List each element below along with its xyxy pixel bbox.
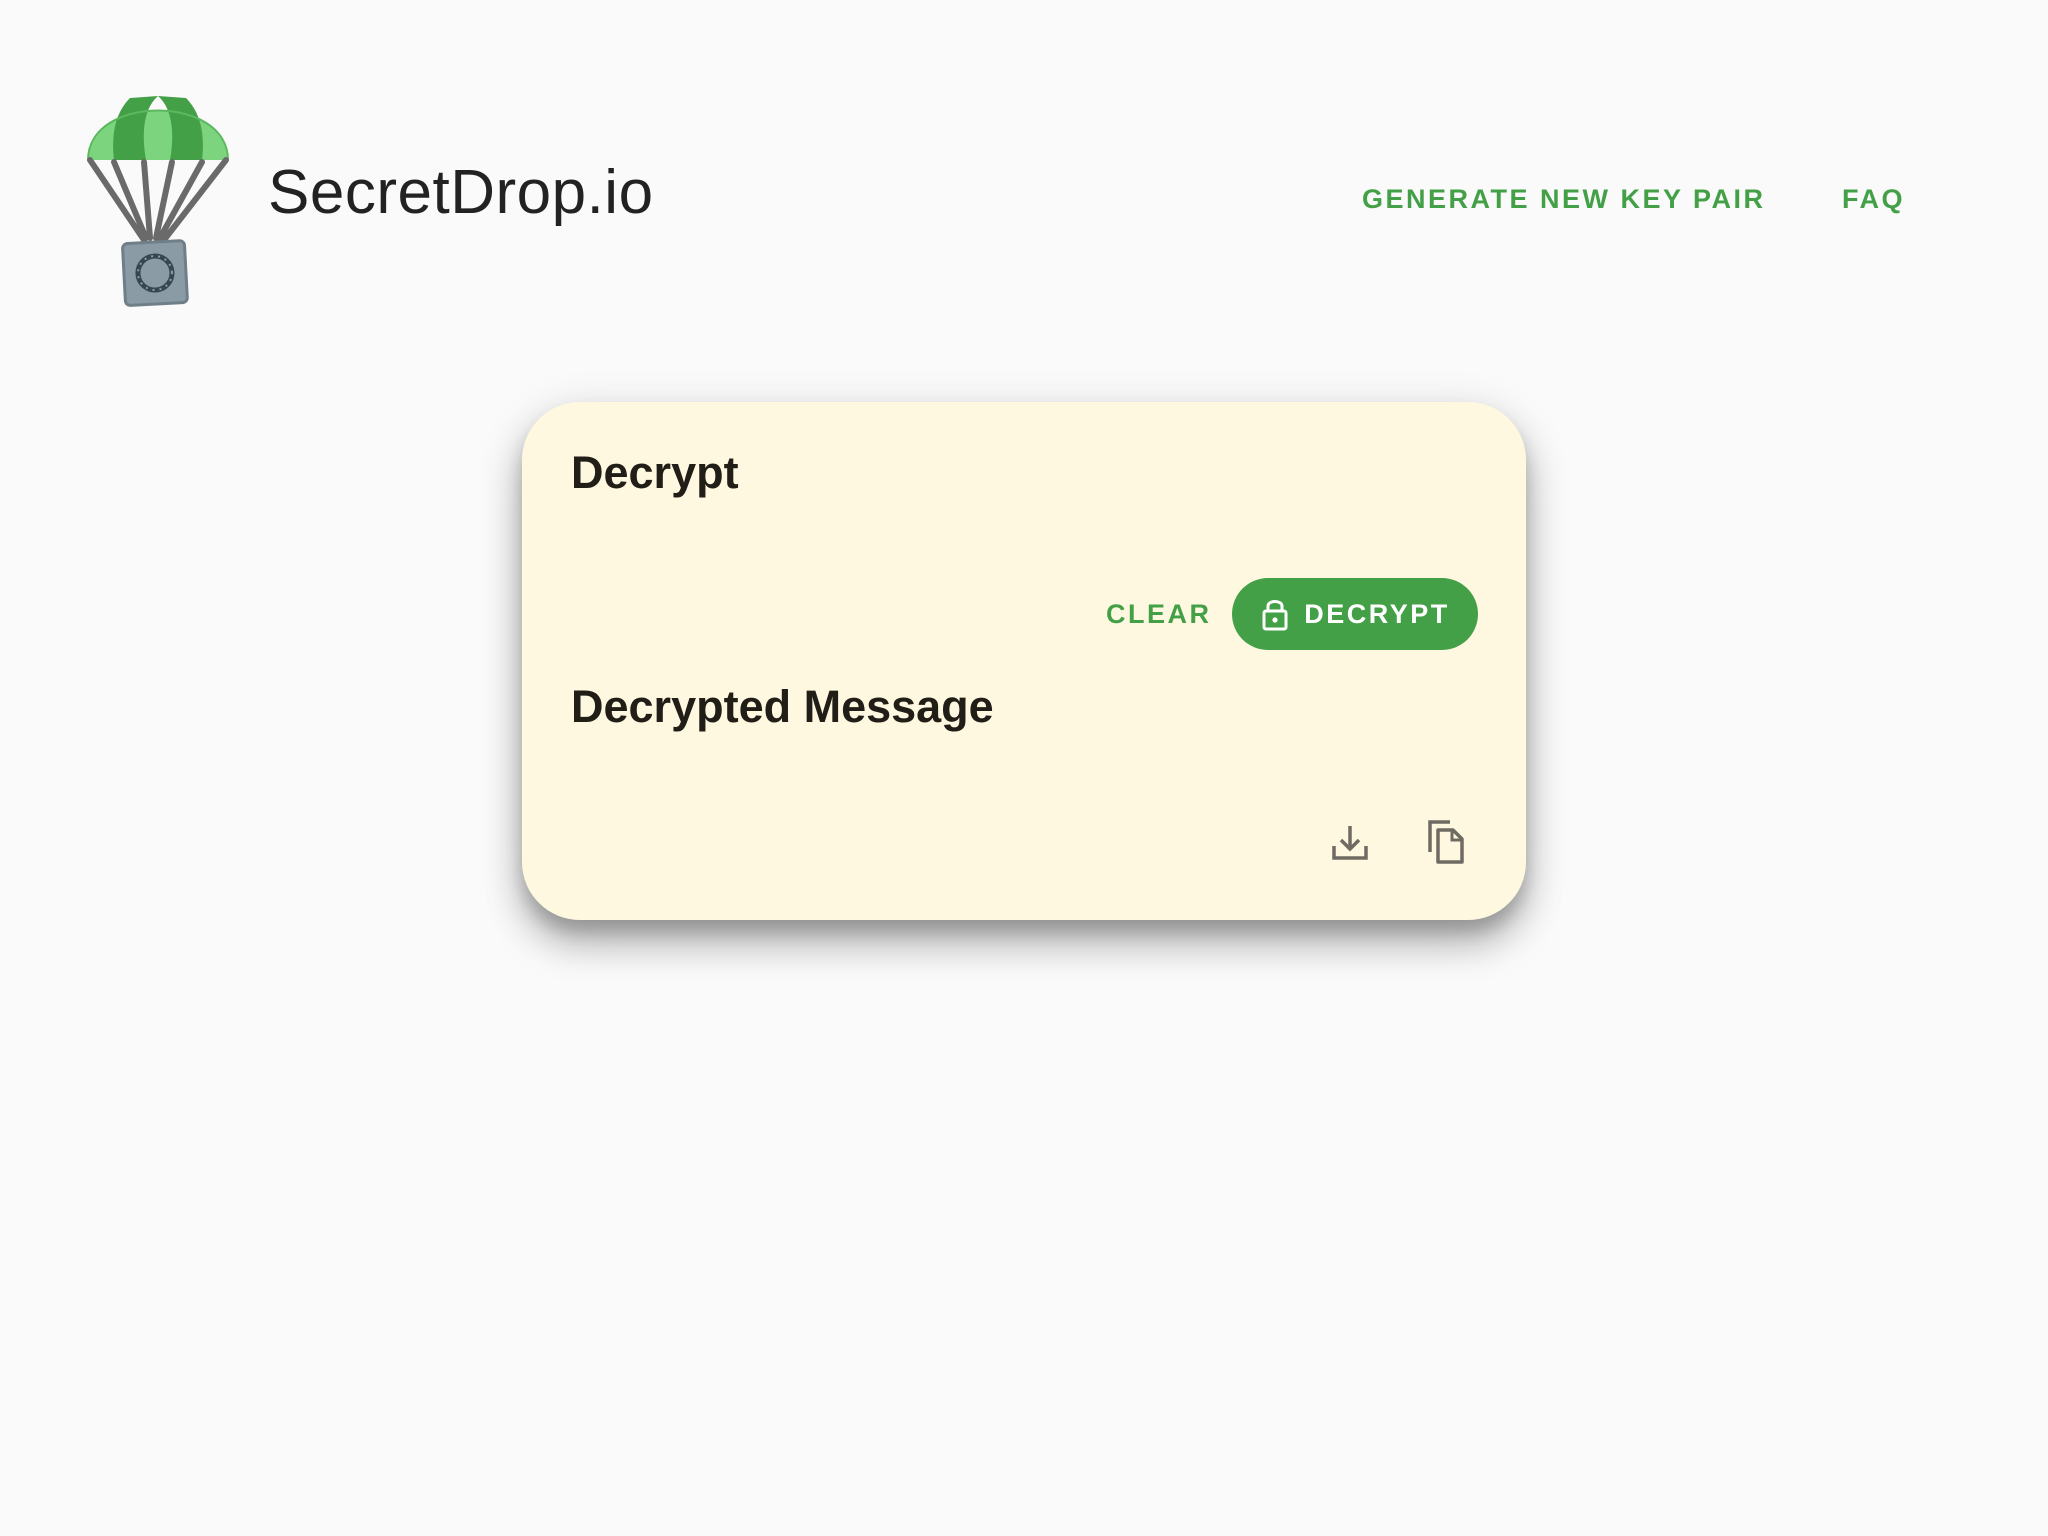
generate-key-pair-link[interactable]: GENERATE NEW KEY PAIR — [1362, 186, 1766, 213]
download-icon[interactable] — [1320, 812, 1380, 872]
clear-button[interactable]: CLEAR — [1078, 578, 1240, 650]
faq-link[interactable]: FAQ — [1842, 186, 1905, 213]
copy-icon[interactable] — [1414, 812, 1474, 872]
decrypt-card: Decrypt CLEAR DECRYPT Decrypted Message — [522, 402, 1526, 920]
card-title: Decrypt — [571, 447, 739, 498]
decrypt-button-label: DECRYPT — [1304, 598, 1450, 629]
decrypt-button[interactable]: DECRYPT — [1232, 578, 1478, 650]
parachute-safe-icon[interactable] — [84, 92, 232, 312]
app-header: SecretDrop.io GENERATE NEW KEY PAIR FAQ — [0, 0, 2048, 320]
brand-name: SecretDrop.io — [268, 158, 654, 227]
lock-icon — [1260, 597, 1290, 631]
decrypted-message-heading: Decrypted Message — [571, 681, 994, 732]
